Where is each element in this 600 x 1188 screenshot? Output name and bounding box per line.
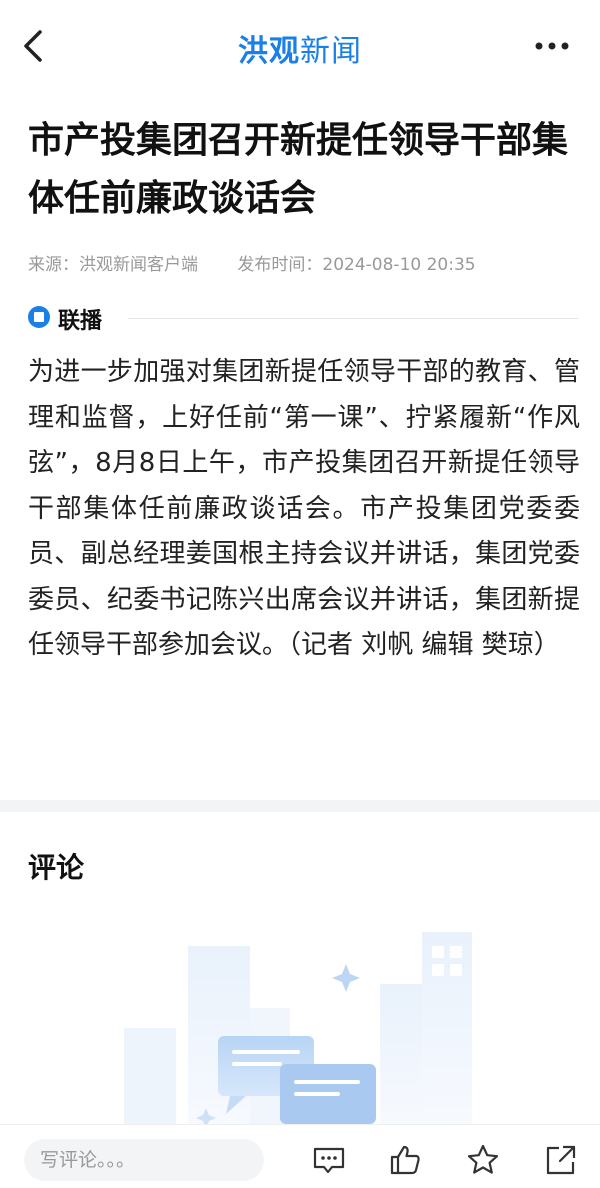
section-separator [0, 800, 600, 812]
favorite-star-icon[interactable] [466, 1143, 500, 1177]
section-header: 联播 [28, 302, 578, 336]
article-source: 来源：洪观新闻客户端 [28, 255, 198, 275]
article-meta: 来源：洪观新闻客户端 发布时间：2024-08-10 20:35 [28, 250, 510, 275]
comment-icon[interactable] [312, 1143, 346, 1177]
comments-title: 评论 [28, 851, 85, 884]
article-body: 为进一步加强对集团新提任领导干部的教育、管理和监督，上好任前“第一课”、拧紧履新… [28, 357, 580, 660]
article-title: 市产投集团召开新提任领导干部集体任前廉政谈话会 [28, 120, 569, 219]
like-icon[interactable] [388, 1143, 422, 1177]
logo-part-2: 新闻 [300, 34, 362, 69]
section-label: 联播 [58, 309, 103, 334]
article-publish-time: 发布时间：2024-08-10 20:35 [237, 255, 476, 275]
broadcast-icon [28, 306, 50, 328]
empty-comments-illustration [124, 932, 472, 1130]
more-options-icon[interactable] [534, 40, 570, 52]
share-icon[interactable] [544, 1143, 578, 1177]
logo-part-1: 洪观 [238, 34, 300, 69]
comment-input[interactable]: 写评论。。。 [24, 1139, 264, 1181]
top-bar: 洪观新闻 [0, 0, 600, 92]
section-divider [128, 318, 578, 319]
app-logo: 洪观新闻 [0, 26, 600, 70]
bottom-action-bar: 写评论。。。 [0, 1124, 600, 1188]
